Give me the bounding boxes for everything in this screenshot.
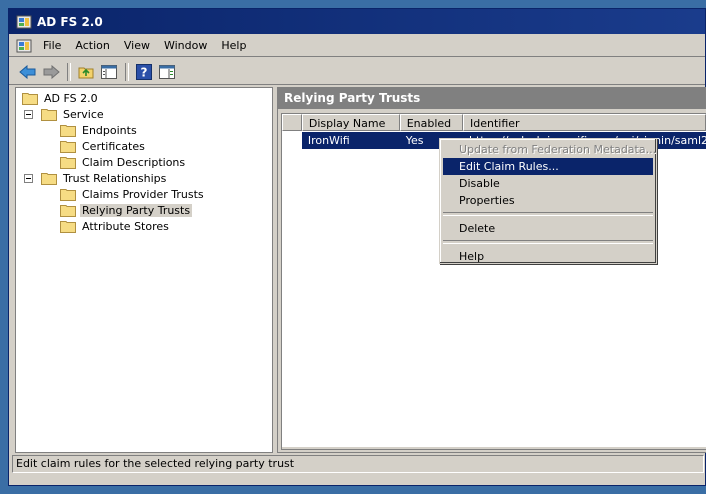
- toolbar-separator: [125, 62, 129, 81]
- tree-item-claims-provider-trusts[interactable]: Claims Provider Trusts: [60, 186, 206, 202]
- show-hide-tree-button[interactable]: [98, 62, 120, 82]
- up-one-level-button[interactable]: [75, 62, 97, 82]
- menu-view[interactable]: View: [117, 37, 157, 55]
- menu-item-disable[interactable]: Disable: [443, 175, 653, 192]
- menu-item-properties[interactable]: Properties: [443, 192, 653, 209]
- status-bar: Edit claim rules for the selected relyin…: [12, 455, 704, 473]
- tree-label: Service: [63, 107, 104, 121]
- tree-item-endpoints[interactable]: Endpoints: [60, 122, 139, 138]
- help-icon: ?: [136, 63, 152, 80]
- menu-separator: [443, 240, 653, 244]
- show-hide-tree-icon: [101, 64, 117, 79]
- tree-item-relying-party-trusts[interactable]: Relying Party Trusts: [60, 202, 193, 218]
- folder-icon: [60, 140, 76, 153]
- column-header-display-name[interactable]: Display Name: [301, 114, 400, 131]
- menu-item-delete[interactable]: Delete: [443, 220, 653, 237]
- tree-item-claim-descriptions[interactable]: Claim Descriptions: [60, 154, 187, 170]
- pane-title: Relying Party Trusts: [278, 88, 706, 109]
- forward-button[interactable]: [40, 62, 62, 82]
- console-tree: AD FS 2.0 Service Endpoints Certificates…: [15, 87, 273, 453]
- menu-file[interactable]: File: [36, 37, 68, 55]
- list-bottom-edge: [282, 447, 706, 449]
- list-header: Display Name Enabled Identifier: [282, 114, 706, 132]
- menu-window[interactable]: Window: [157, 37, 214, 55]
- tree-item-trust-relationships[interactable]: Trust Relationships: [24, 170, 168, 186]
- tree-item-service[interactable]: Service: [24, 106, 106, 122]
- menu-bar: File Action View Window Help: [9, 36, 705, 57]
- column-header-icon[interactable]: [282, 114, 302, 131]
- tree-label: Claims Provider Trusts: [82, 187, 204, 201]
- folder-icon: [60, 220, 76, 233]
- up-folder-icon: [78, 67, 94, 78]
- folder-icon: [60, 156, 76, 169]
- help-button[interactable]: ?: [133, 62, 155, 82]
- column-header-enabled[interactable]: Enabled: [399, 114, 463, 131]
- tree-label: Endpoints: [82, 123, 137, 137]
- folder-icon: [60, 204, 76, 217]
- back-arrow-icon: [19, 64, 36, 79]
- folder-icon: [60, 124, 76, 137]
- title-bar[interactable]: AD FS 2.0: [9, 9, 705, 34]
- menu-item-help[interactable]: Help: [443, 248, 653, 265]
- collapse-toggle[interactable]: [24, 173, 33, 183]
- folder-icon: [22, 92, 38, 105]
- context-menu: Update from Federation Metadata... Edit …: [439, 138, 657, 264]
- menu-item-edit-claim-rules[interactable]: Edit Claim Rules...: [443, 158, 653, 175]
- column-header-identifier[interactable]: Identifier: [463, 114, 706, 131]
- back-button[interactable]: [17, 62, 39, 82]
- tree-label: AD FS 2.0: [44, 91, 98, 105]
- collapse-toggle[interactable]: [24, 109, 33, 119]
- tree-label: Claim Descriptions: [82, 155, 186, 169]
- tree-label: Attribute Stores: [82, 219, 169, 233]
- toolbar: ?: [9, 59, 705, 85]
- cell-display-name: IronWifi: [307, 134, 350, 147]
- svg-text:?: ?: [141, 65, 148, 79]
- window-title: AD FS 2.0: [37, 14, 103, 29]
- tree-item-attribute-stores[interactable]: Attribute Stores: [60, 218, 171, 234]
- tree-item-adfs-root[interactable]: AD FS 2.0: [22, 90, 100, 106]
- folder-icon: [41, 172, 57, 185]
- row-icon-cell: [282, 132, 302, 149]
- mmc-menu-icon[interactable]: [16, 38, 32, 54]
- tree-label: Relying Party Trusts: [80, 203, 193, 217]
- show-hide-action-pane-icon: [159, 64, 175, 79]
- menu-separator: [443, 212, 653, 216]
- tree-label: Trust Relationships: [63, 171, 167, 185]
- menu-help[interactable]: Help: [214, 37, 253, 55]
- folder-icon: [41, 108, 57, 121]
- tree-label: Certificates: [82, 139, 145, 153]
- menu-action[interactable]: Action: [68, 37, 116, 55]
- folder-icon: [60, 188, 76, 201]
- forward-arrow-icon: [43, 64, 60, 79]
- menu-item-update-from-federation-metadata[interactable]: Update from Federation Metadata...: [443, 141, 656, 158]
- tree-item-certificates[interactable]: Certificates: [60, 138, 147, 154]
- toolbar-separator: [67, 62, 71, 81]
- show-hide-action-pane-button[interactable]: [156, 62, 178, 82]
- adfs-app-icon: [16, 15, 32, 28]
